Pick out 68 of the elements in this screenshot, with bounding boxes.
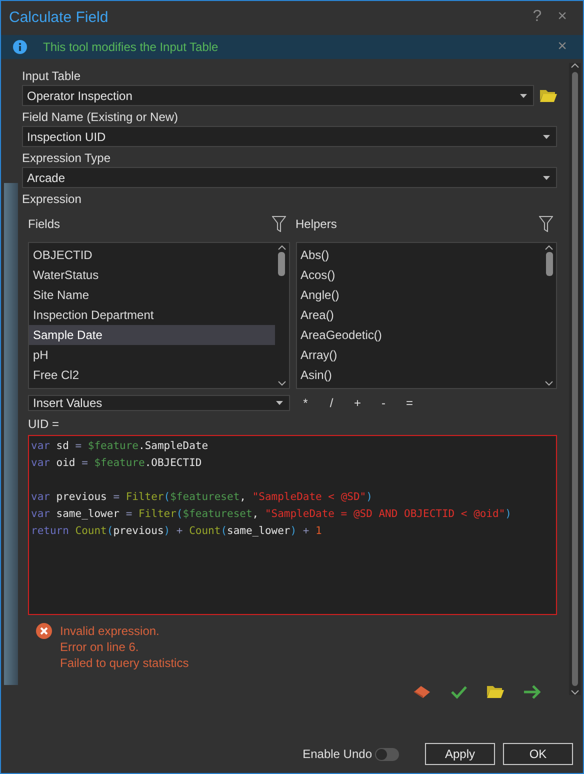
folder-icon[interactable]: [487, 685, 504, 698]
scroll-up-icon[interactable]: [571, 63, 579, 68]
target-label: UID =: [28, 417, 60, 431]
list-heading: Fields: [28, 217, 60, 231]
scroll-down-icon[interactable]: [278, 381, 286, 386]
close-button[interactable]: ×: [550, 8, 575, 26]
list-item[interactable]: Abs(): [296, 245, 542, 265]
dialog-button[interactable]: Apply: [425, 743, 495, 765]
list-heading: Helpers: [296, 217, 337, 231]
error-icon: [36, 623, 52, 639]
dialog-button[interactable]: OK: [503, 743, 573, 765]
code-line: var oid = $feature.OBJECTID: [31, 456, 203, 471]
arrow-icon[interactable]: [524, 685, 541, 699]
dropdown[interactable]: Arcade: [22, 167, 557, 188]
field-label: Field Name (Existing or New): [22, 110, 180, 124]
operator-button[interactable]: =: [400, 395, 420, 411]
list-item[interactable]: Sample Date: [29, 325, 274, 345]
list-item[interactable]: WaterStatus: [29, 265, 274, 285]
field-label: Expression Type: [22, 151, 112, 165]
list-item[interactable]: AreaGeodetic(): [296, 325, 542, 345]
code-editor[interactable]: [28, 435, 557, 615]
list-item[interactable]: Asin(): [296, 365, 542, 385]
folder-icon[interactable]: [540, 89, 557, 102]
window-title: Calculate Field: [9, 8, 110, 26]
scroll-up-icon[interactable]: [278, 245, 286, 250]
help-button[interactable]: ?: [524, 8, 550, 26]
dropdown-arrow-icon: [543, 176, 550, 180]
scroll-up-icon[interactable]: [545, 245, 553, 250]
dropdown-arrow-icon: [543, 134, 550, 138]
scroll-thumb[interactable]: [278, 252, 285, 276]
enable-undo-toggle[interactable]: Enable Undo: [296, 746, 405, 762]
code-line: return Count(previous) + Count(same_lower) + 1: [31, 524, 323, 539]
list-item[interactable]: OBJECTID: [29, 245, 274, 265]
list-item[interactable]: pH: [29, 345, 274, 365]
list-item[interactable]: Acos(): [296, 265, 542, 285]
field-label: Input Table: [22, 69, 82, 83]
code-line: var sd = $feature.SampleDate: [31, 439, 210, 454]
list-item[interactable]: Angle(): [296, 285, 542, 305]
list-item[interactable]: Site Name: [29, 285, 274, 305]
list-item[interactable]: Area(): [296, 305, 542, 325]
info-message: This tool modifies the Input Table: [43, 40, 220, 54]
dropdown-arrow-icon: [276, 401, 282, 405]
list-item[interactable]: Array(): [296, 345, 542, 365]
error-message: Invalid expression.: [60, 623, 160, 639]
filter-icon[interactable]: [272, 216, 286, 232]
error-message: Error on line 6.: [60, 639, 140, 655]
info-icon: [13, 40, 27, 54]
operator-button[interactable]: *: [296, 395, 316, 411]
code-line: var previous = Filter($featureset, "SampleDate < @SD"): [31, 490, 374, 505]
dropdown[interactable]: Inspection UID: [22, 126, 557, 147]
scroll-down-icon[interactable]: [571, 690, 579, 695]
scroll-thumb[interactable]: [572, 72, 578, 686]
list-item[interactable]: Inspection Department: [29, 305, 274, 325]
dropdown[interactable]: Insert Values: [28, 395, 290, 411]
scroll-down-icon[interactable]: [545, 381, 553, 386]
error-message: Failed to query statistics: [60, 655, 189, 671]
dropdown-arrow-icon: [520, 94, 527, 98]
filter-icon[interactable]: [539, 216, 553, 232]
code-line: var same_lower = Filter($featureset, "SampleDate = @SD AND OBJECTID < @oid"): [31, 507, 512, 522]
dropdown[interactable]: Operator Inspection: [22, 85, 534, 106]
operator-button[interactable]: /: [322, 395, 342, 411]
list-item[interactable]: Free Cl2: [29, 365, 274, 385]
scroll-thumb[interactable]: [546, 252, 552, 276]
operator-button[interactable]: +: [348, 395, 368, 411]
eraser-icon[interactable]: [413, 685, 431, 699]
operator-button[interactable]: -: [374, 395, 394, 411]
section-label: Expression: [22, 192, 82, 206]
checkmark-icon[interactable]: [451, 685, 467, 699]
